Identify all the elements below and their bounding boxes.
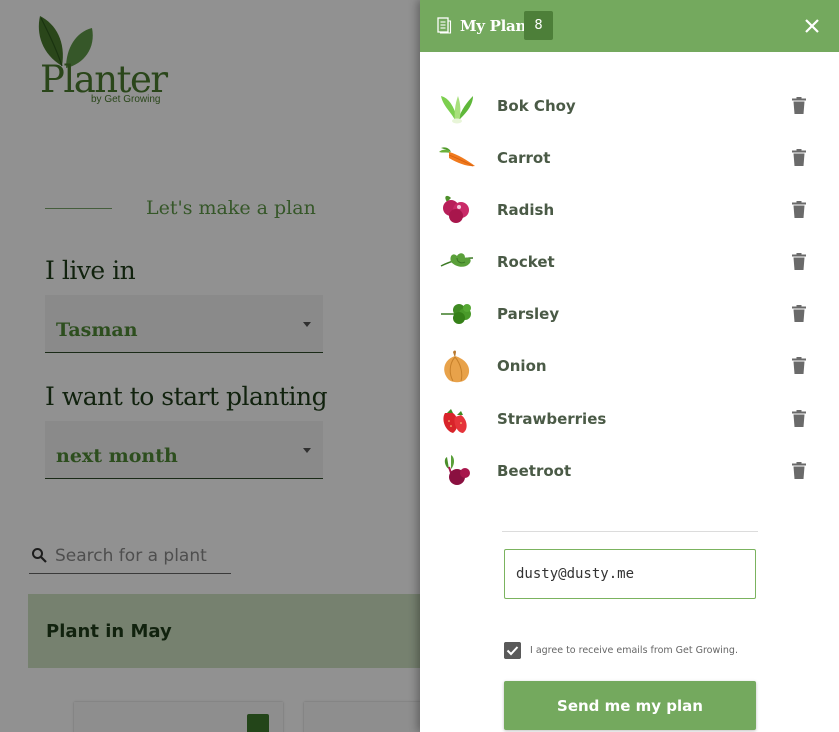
send-plan-button[interactable]: Send me my plan [504, 681, 756, 730]
agree-label: I agree to receive emails from Get Growi… [530, 645, 738, 656]
plan-item: Carrot [420, 132, 839, 184]
plan-item: Rocket [420, 236, 839, 288]
plan-item: Radish [420, 184, 839, 236]
plan-item-name: Parsley [497, 305, 560, 324]
parsley-thumbnail [441, 304, 471, 325]
trash-icon[interactable] [792, 305, 806, 323]
trash-icon[interactable] [792, 357, 806, 375]
agree-checkbox[interactable] [504, 642, 521, 659]
trash-icon[interactable] [792, 461, 806, 479]
plan-item-name: Rocket [497, 253, 555, 272]
carrot-thumbnail [439, 147, 475, 167]
radish-thumbnail [443, 196, 469, 224]
close-icon[interactable] [800, 14, 824, 38]
plan-item-name: Beetroot [497, 461, 572, 480]
beetroot-thumbnail [444, 454, 470, 485]
form-divider [502, 531, 758, 532]
plan-item: Bok Choy [420, 80, 839, 132]
plan-item: Strawberries [420, 393, 839, 445]
trash-icon[interactable] [792, 201, 806, 219]
plan-item-name: Bok Choy [497, 97, 576, 115]
strawberries-thumbnail [443, 408, 467, 433]
list-icon [437, 17, 452, 34]
bok-choy-thumbnail [441, 96, 473, 124]
plan-count-badge: 8 [524, 11, 553, 40]
plan-item-name: Radish [497, 201, 555, 220]
trash-icon[interactable] [792, 149, 806, 167]
rocket-thumbnail [440, 253, 474, 268]
plan-item: Beetroot [420, 445, 839, 497]
trash-icon[interactable] [792, 97, 806, 114]
plan-list: Bok Choy Carrot Radish Rocket Parsley On… [420, 80, 839, 497]
plan-item: Parsley [420, 288, 839, 340]
drawer-title: My Plan [460, 17, 527, 35]
my-plan-drawer: My Plan 8 Bok Choy Carrot Radish Rocket … [420, 0, 839, 732]
trash-icon[interactable] [792, 409, 806, 427]
onion-thumbnail [444, 350, 470, 383]
email-field[interactable] [504, 549, 756, 599]
plan-item: Onion [420, 340, 839, 392]
plan-item-name: Onion [497, 357, 547, 376]
trash-icon[interactable] [792, 253, 806, 271]
plan-item-name: Carrot [497, 149, 551, 168]
drawer-header: My Plan 8 [420, 0, 839, 52]
plan-item-name: Strawberries [497, 409, 607, 428]
